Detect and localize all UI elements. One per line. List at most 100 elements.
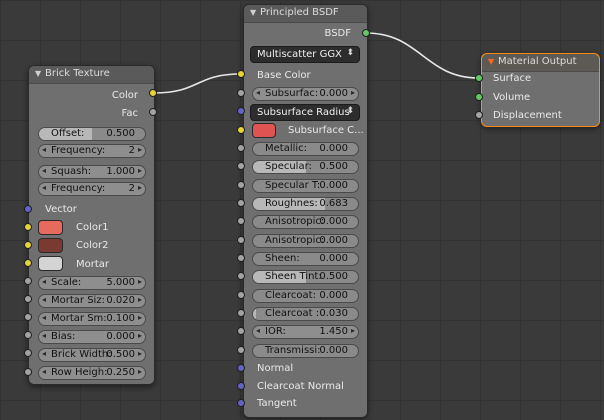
base-color-input-socket[interactable] (237, 70, 245, 78)
mortar-swatch[interactable] (38, 256, 63, 271)
increment-arrow-icon[interactable]: ▸ (138, 166, 142, 175)
transmission-input-socket[interactable] (237, 346, 245, 354)
roughness-slider[interactable]: Roughnes: 0.683 (252, 197, 359, 211)
transmission-label: Transmissi: (265, 345, 321, 356)
specular-input-socket[interactable] (237, 162, 245, 170)
material-output-header[interactable]: ▼ Material Output (482, 54, 599, 72)
decrement-arrow-icon[interactable]: ◂ (42, 313, 46, 322)
increment-arrow-icon[interactable]: ▸ (138, 367, 142, 376)
mortar-smooth-field[interactable]: ◂ Mortar Sm: 0.100 ▸ (38, 312, 146, 326)
collapse-triangle-icon[interactable]: ▼ (488, 57, 494, 66)
decrement-arrow-icon[interactable]: ◂ (42, 349, 46, 358)
volume-input-socket[interactable] (475, 93, 483, 101)
decrement-arrow-icon[interactable]: ◂ (42, 295, 46, 304)
increment-arrow-icon[interactable]: ▸ (138, 349, 142, 358)
decrement-arrow-icon[interactable]: ◂ (42, 183, 46, 192)
increment-arrow-icon[interactable]: ▸ (138, 183, 142, 192)
metallic-input-socket[interactable] (237, 144, 245, 152)
brick-mortar-smooth-input-socket[interactable] (24, 313, 32, 321)
increment-arrow-icon[interactable]: ▸ (351, 326, 355, 335)
scale-field[interactable]: ◂ Scale: 5.000 ▸ (38, 276, 146, 290)
clearcoat-roughness-input-socket[interactable] (237, 309, 245, 317)
brick-color2-input-socket[interactable] (24, 241, 32, 249)
anisotropic-rotation-input-socket[interactable] (237, 236, 245, 244)
material-output-node[interactable]: ▼ Material Output Surface Volume Displac… (481, 53, 600, 127)
frequency1-field[interactable]: ◂ Frequency: 2 ▸ (38, 144, 146, 158)
brick-color-output-socket[interactable] (149, 89, 157, 97)
decrement-arrow-icon[interactable]: ◂ (42, 145, 46, 154)
decrement-arrow-icon[interactable]: ◂ (42, 331, 46, 340)
anisotropic-input-socket[interactable] (237, 217, 245, 225)
link-bsdf-to-surface[interactable] (365, 32, 480, 79)
brick-mortar-input-socket[interactable] (24, 259, 32, 267)
decrement-arrow-icon[interactable]: ◂ (42, 367, 46, 376)
color2-swatch[interactable] (38, 238, 63, 253)
metallic-slider[interactable]: Metallic: 0.000 (252, 142, 359, 156)
clearcoat-normal-input-socket[interactable] (237, 382, 245, 390)
brick-bias-input-socket[interactable] (24, 331, 32, 339)
ior-input-socket[interactable] (237, 327, 245, 335)
principled-bsdf-header[interactable]: ▼ Principled BSDF (244, 5, 367, 23)
ior-field[interactable]: ◂ IOR: 1.450 ▸ (252, 325, 359, 339)
specular-slider[interactable]: Specular: 0.500 (252, 160, 359, 174)
specular-tint-slider[interactable]: Specular T: 0.000 (252, 179, 359, 193)
tangent-input-socket[interactable] (237, 399, 245, 407)
offset-slider[interactable]: Offset: 0.500 (38, 127, 146, 141)
increment-arrow-icon[interactable]: ▸ (351, 88, 355, 97)
sheen-input-socket[interactable] (237, 254, 245, 262)
brick-fac-output-socket[interactable] (149, 108, 157, 116)
decrement-arrow-icon[interactable]: ◂ (256, 326, 260, 335)
clearcoat-input-socket[interactable] (237, 291, 245, 299)
displacement-input-socket[interactable] (475, 111, 483, 119)
normal-input-socket[interactable] (237, 364, 245, 372)
transmission-slider[interactable]: Transmissi: 0.000 (252, 344, 359, 358)
brick-width-input-socket[interactable] (24, 349, 32, 357)
surface-input-socket[interactable] (475, 74, 483, 82)
frequency2-field[interactable]: ◂ Frequency: 2 ▸ (38, 182, 146, 196)
subsurface-method-dropdown[interactable]: Subsurface Radius ⬍ (250, 104, 360, 121)
row-height-field[interactable]: ◂ Row Heigh: 0.250 ▸ (38, 366, 146, 380)
bsdf-output-socket[interactable] (362, 29, 370, 37)
increment-arrow-icon[interactable]: ▸ (138, 313, 142, 322)
squash-field[interactable]: ◂ Squash: 1.000 ▸ (38, 165, 146, 179)
mortar-size-field[interactable]: ◂ Mortar Siz: 0.020 ▸ (38, 294, 146, 308)
subsurface-input-socket[interactable] (237, 89, 245, 97)
subsurface-color-label: Subsurface C... (288, 125, 364, 136)
color2-label: Color2 (76, 240, 109, 251)
increment-arrow-icon[interactable]: ▸ (138, 331, 142, 340)
decrement-arrow-icon[interactable]: ◂ (42, 277, 46, 286)
increment-arrow-icon[interactable]: ▸ (138, 277, 142, 286)
brick-width-field[interactable]: ◂ Brick Width: 0.500 ▸ (38, 348, 146, 362)
decrement-arrow-icon[interactable]: ◂ (42, 166, 46, 175)
brick-row-height-input-socket[interactable] (24, 368, 32, 376)
bias-field[interactable]: ◂ Bias: 0.000 ▸ (38, 330, 146, 344)
clearcoat-roughness-slider[interactable]: Clearcoat : 0.030 (252, 307, 359, 321)
brick-texture-header[interactable]: ▼ Brick Texture (29, 66, 154, 84)
clearcoat-slider[interactable]: Clearcoat: 0.000 (252, 289, 359, 303)
specular-tint-input-socket[interactable] (237, 181, 245, 189)
brick-vector-input-socket[interactable] (24, 205, 32, 213)
link-color-to-basecolor[interactable] (153, 73, 242, 94)
subsurface-color-input-socket[interactable] (237, 126, 245, 134)
increment-arrow-icon[interactable]: ▸ (138, 145, 142, 154)
subsurface-field[interactable]: ◂ Subsurfac: 0.000 ▸ (252, 87, 359, 101)
distribution-dropdown[interactable]: Multiscatter GGX ⬍ (250, 46, 360, 63)
principled-bsdf-node[interactable]: ▼ Principled BSDF BSDF Multiscatter GGX … (243, 4, 368, 418)
collapse-triangle-icon[interactable]: ▼ (250, 8, 256, 17)
collapse-triangle-icon[interactable]: ▼ (35, 69, 41, 78)
color1-swatch[interactable] (38, 220, 63, 235)
anisotropic-rotation-slider[interactable]: Anisotropic: 0.000 (252, 234, 359, 248)
brick-color1-input-socket[interactable] (24, 223, 32, 231)
brick-mortar-size-input-socket[interactable] (24, 295, 32, 303)
anisotropic-slider[interactable]: Anisotropic: 0.000 (252, 215, 359, 229)
subsurface-radius-input-socket[interactable] (237, 107, 245, 115)
sheen-tint-slider[interactable]: Sheen Tint: 0.500 (252, 270, 359, 284)
sheen-tint-input-socket[interactable] (237, 272, 245, 280)
brick-texture-node[interactable]: ▼ Brick Texture Color Fac Offset: 0.500 … (28, 65, 155, 385)
brick-scale-input-socket[interactable] (24, 277, 32, 285)
decrement-arrow-icon[interactable]: ◂ (256, 88, 260, 97)
increment-arrow-icon[interactable]: ▸ (138, 295, 142, 304)
sheen-slider[interactable]: Sheen: 0.000 (252, 252, 359, 266)
roughness-input-socket[interactable] (237, 199, 245, 207)
subsurface-color-swatch[interactable] (252, 123, 276, 138)
